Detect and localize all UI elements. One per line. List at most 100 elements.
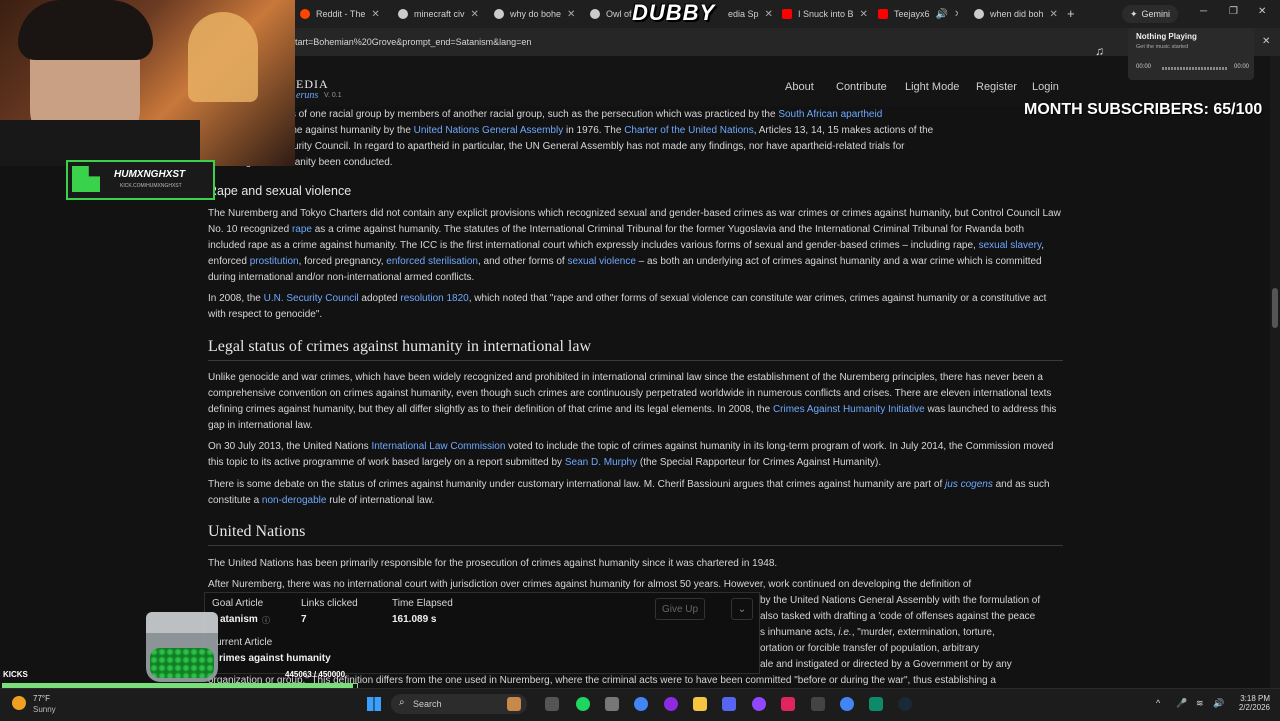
text: of members of one racial group by member… <box>240 109 779 120</box>
kicks-label: KICKS <box>3 670 28 679</box>
globe-icon <box>590 9 600 19</box>
microphone-icon[interactable]: 🎤 <box>1176 698 1187 709</box>
nav-login[interactable]: Login <box>1032 81 1059 93</box>
media-progress <box>1162 67 1228 70</box>
link-resolution-1820[interactable]: resolution 1820 <box>400 293 468 304</box>
obs-icon[interactable] <box>752 697 766 711</box>
link-sexual-violence[interactable]: sexual violence <box>568 256 636 267</box>
paragraph-un-2: After Nuremberg, there was no internatio… <box>208 579 972 590</box>
link-un-general-assembly[interactable]: United Nations General Assembly <box>414 125 564 136</box>
link-crimes-against-humanity-initiative[interactable]: Crimes Against Humanity Initiative <box>773 404 925 415</box>
tab-wikipedia-speedrun[interactable]: edia Sp ✕ <box>728 4 773 24</box>
url-field[interactable]: tart=Bohemian%20Grove&prompt_end=Satanis… <box>295 37 531 47</box>
close-icon[interactable]: ✕ <box>471 9 479 20</box>
search-icon: ⌕ <box>399 697 405 708</box>
tab-label: edia Sp <box>728 9 759 19</box>
tab-label: when did boh <box>990 9 1044 19</box>
terminal-icon[interactable] <box>869 697 883 711</box>
text: (the Special Rapporteur for Crimes Again… <box>637 457 882 468</box>
folder-icon[interactable] <box>693 697 707 711</box>
task-view-icon[interactable] <box>545 697 559 711</box>
tab-when-did[interactable]: when did boh ✕ <box>974 4 1058 24</box>
wifi-icon[interactable]: ≋ <box>1196 698 1204 709</box>
music-app-icon[interactable] <box>605 697 619 711</box>
chrome-icon[interactable] <box>634 697 648 711</box>
close-icon[interactable]: ✕ <box>567 9 575 20</box>
sun-icon[interactable] <box>12 696 26 710</box>
windows-start-icon[interactable] <box>367 697 381 711</box>
tab-bohemian[interactable]: why do bohe ✕ <box>494 4 582 24</box>
app-icon[interactable] <box>664 697 678 711</box>
chrome-active-icon[interactable] <box>840 697 854 711</box>
discord-icon[interactable] <box>722 697 736 711</box>
paragraph-un-2e: ortation or forcible transfer of populat… <box>760 643 979 654</box>
dubby-logo: DUBBY <box>632 0 716 25</box>
kick-balls <box>150 648 214 678</box>
youtube-icon <box>878 9 888 19</box>
link-south-african-apartheid[interactable]: South African apartheid <box>778 109 882 120</box>
link-jus-cogens[interactable]: jus cogens <box>945 479 993 490</box>
globe-icon <box>398 9 408 19</box>
new-tab-button[interactable]: + <box>1067 6 1075 21</box>
nav-contribute[interactable]: Contribute <box>836 81 887 93</box>
taskbar-clock[interactable]: 3:18 PM 2/2/2026 <box>1236 694 1270 712</box>
nav-light-mode[interactable]: Light Mode <box>905 81 959 93</box>
nav-about[interactable]: About <box>785 81 814 93</box>
minimize-icon[interactable]: ─ <box>1200 6 1207 17</box>
chevron-down-icon[interactable]: ⌄ <box>731 598 753 620</box>
maximize-icon[interactable]: ❐ <box>1229 6 1238 17</box>
link-prostitution[interactable]: prostitution <box>250 256 299 267</box>
link-non-derogable[interactable]: non-derogable <box>262 495 327 506</box>
scrollbar-thumb[interactable] <box>1272 288 1278 328</box>
link-rape[interactable]: rape <box>292 224 312 235</box>
info-icon[interactable]: ⓘ <box>262 615 270 626</box>
search-placeholder: Search <box>413 699 442 709</box>
links-clicked-value: 7 <box>301 614 307 625</box>
widgets-icon[interactable] <box>507 697 521 711</box>
tab-minecraft[interactable]: minecraft civ ✕ <box>398 4 486 24</box>
app-dark-icon[interactable] <box>811 697 825 711</box>
link-sexual-slavery[interactable]: sexual slavery <box>979 240 1042 251</box>
tab-reddit[interactable]: Reddit - The ✕ <box>300 4 388 24</box>
tab-label: Reddit - The <box>316 9 366 19</box>
weather-desc[interactable]: Sunny <box>33 705 56 714</box>
volume-icon[interactable]: 🔊 <box>1213 698 1224 709</box>
give-up-button[interactable]: Give Up <box>655 598 705 620</box>
tab-youtube-teejay[interactable]: Teejayx6 🔊 ✕ <box>878 4 958 24</box>
link-enforced-sterilisation[interactable]: enforced sterilisation <box>386 256 478 267</box>
goal-article-value[interactable]: atanism <box>220 614 258 625</box>
link-un-security-council[interactable]: U.N. Security Council <box>264 293 359 304</box>
spotify-icon[interactable] <box>576 697 590 711</box>
gemini-button[interactable]: ✦ Gemini <box>1122 5 1179 23</box>
speaker-icon[interactable]: 🔊 <box>936 9 948 20</box>
paragraph-apartheid-3: advisory to the Security Council. In reg… <box>208 141 905 152</box>
text: There is some debate on the status of cr… <box>208 479 946 490</box>
chevron-up-icon[interactable]: ^ <box>1156 698 1160 708</box>
text: in 1976. The <box>563 125 625 136</box>
link-un-charter[interactable]: Charter of the United Nations <box>624 125 754 136</box>
page-scrollbar[interactable] <box>1270 56 1280 688</box>
text: , Articles 13, 14, 15 makes actions of t… <box>753 125 934 136</box>
link-sean-d-murphy[interactable]: Sean D. Murphy <box>565 457 637 468</box>
app-red-icon[interactable] <box>781 697 795 711</box>
text: i.e. <box>838 627 852 638</box>
close-icon[interactable]: ✕ <box>371 9 379 20</box>
paragraph-un-2d: s inhumane acts, i.e., "murder, extermin… <box>760 625 1063 641</box>
gemini-label: Gemini <box>1141 9 1171 19</box>
tab-label: minecraft civ <box>414 9 465 19</box>
text: rule of international law. <box>326 495 435 506</box>
close-window-icon[interactable]: ✕ <box>1258 6 1266 17</box>
tab-youtube-snuck[interactable]: I Snuck into B ✕ <box>782 4 870 24</box>
close-icon[interactable]: ✕ <box>860 9 868 20</box>
nav-register[interactable]: Register <box>976 81 1017 93</box>
links-clicked-label: Links clicked <box>301 598 358 609</box>
paragraph-legal-1: Unlike genocide and war crimes, which ha… <box>208 370 1063 434</box>
close-icon[interactable]: ✕ <box>1262 36 1270 47</box>
link-international-law-commission[interactable]: International Law Commission <box>371 441 505 452</box>
ghost-decoration <box>188 12 258 102</box>
steam-icon[interactable] <box>898 697 912 711</box>
close-icon[interactable]: ✕ <box>765 9 773 20</box>
close-icon[interactable]: ✕ <box>1050 9 1058 20</box>
weather-temp[interactable]: 77°F <box>33 694 50 703</box>
close-icon[interactable]: ✕ <box>954 9 958 20</box>
